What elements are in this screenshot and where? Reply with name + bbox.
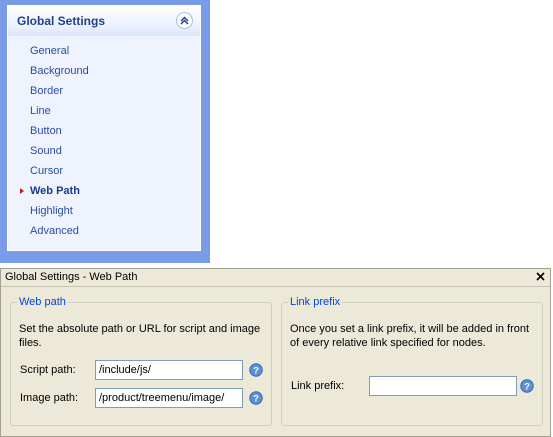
script-path-label: Script path:: [20, 364, 76, 376]
svg-text:?: ?: [253, 366, 259, 377]
collapse-button[interactable]: [176, 12, 193, 29]
global-settings-box: Global Settings General Background Borde…: [7, 5, 201, 251]
dialog-title: Global Settings - Web Path: [5, 271, 138, 283]
image-path-input[interactable]: [95, 388, 243, 408]
panel-title: Global Settings: [17, 14, 106, 28]
link-prefix-input[interactable]: [369, 376, 517, 396]
link-prefix-group: Link prefix Once you set a link prefix, …: [281, 296, 543, 426]
settings-menu: General Background Border Line Button So…: [8, 36, 200, 250]
menu-item-label: Sound: [30, 145, 62, 157]
menu-item-advanced[interactable]: Advanced: [8, 221, 200, 241]
double-chevron-up-icon: [180, 16, 189, 25]
script-path-input[interactable]: [95, 360, 243, 380]
menu-item-border[interactable]: Border: [8, 81, 200, 101]
global-settings-panel: Global Settings General Background Borde…: [0, 0, 210, 263]
link-prefix-description-line2: of every relative link specified for nod…: [290, 337, 486, 349]
web-path-dialog: Global Settings - Web Path Web path Set …: [0, 268, 551, 437]
menu-item-background[interactable]: Background: [8, 61, 200, 81]
menu-item-cursor[interactable]: Cursor: [8, 161, 200, 181]
menu-item-line[interactable]: Line: [8, 101, 200, 121]
web-path-description-line1: Set the absolute path or URL for script …: [19, 323, 261, 335]
web-path-group: Web path Set the absolute path or URL fo…: [10, 296, 272, 426]
link-prefix-legend: Link prefix: [288, 296, 343, 308]
menu-item-label: Web Path: [30, 185, 80, 197]
menu-item-highlight[interactable]: Highlight: [8, 201, 200, 221]
panel-header[interactable]: Global Settings: [8, 6, 200, 36]
menu-item-general[interactable]: General: [8, 41, 200, 61]
svg-text:?: ?: [253, 394, 259, 405]
menu-item-label: General: [30, 45, 70, 57]
menu-item-label: Highlight: [30, 205, 73, 217]
menu-item-button[interactable]: Button: [8, 121, 200, 141]
help-icon[interactable]: ?: [249, 363, 263, 377]
link-prefix-label: Link prefix:: [291, 380, 345, 392]
menu-item-label: Background: [30, 65, 89, 77]
menu-item-sound[interactable]: Sound: [8, 141, 200, 161]
menu-item-label: Cursor: [30, 165, 64, 177]
help-icon[interactable]: ?: [520, 379, 534, 393]
close-icon[interactable]: [534, 270, 547, 283]
menu-item-label: Advanced: [30, 225, 79, 237]
svg-text:?: ?: [524, 382, 530, 393]
menu-item-label: Button: [30, 125, 62, 137]
menu-item-web-path[interactable]: Web Path: [8, 181, 200, 201]
web-path-legend: Web path: [17, 296, 68, 308]
active-arrow-icon: [20, 188, 24, 194]
menu-item-label: Border: [30, 85, 64, 97]
link-prefix-description-line1: Once you set a link prefix, it will be a…: [290, 323, 530, 335]
image-path-label: Image path:: [20, 392, 79, 404]
web-path-description-line2: files.: [19, 337, 42, 349]
menu-item-label: Line: [30, 105, 51, 117]
dialog-titlebar[interactable]: Global Settings - Web Path: [1, 269, 550, 287]
help-icon[interactable]: ?: [249, 391, 263, 405]
